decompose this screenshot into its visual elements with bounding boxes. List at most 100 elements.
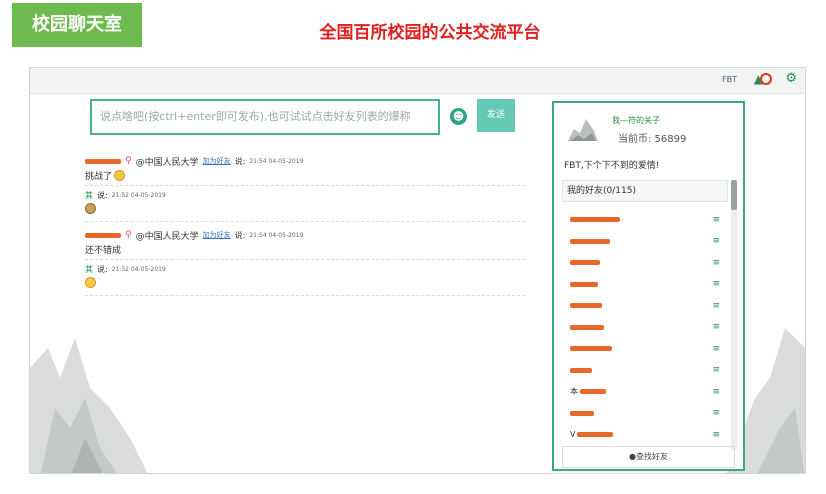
avatar[interactable] xyxy=(564,111,600,145)
friend-name xyxy=(570,346,614,352)
friend-item[interactable]: ≡ xyxy=(562,274,728,296)
profile-message: FBT,下个下不到的爱情! xyxy=(564,161,660,171)
top-bar: FBT ▲ ⚙ xyxy=(30,68,805,94)
feed-post: ⚲ @中国人民大学 加为好友 说: 21:54 04-05-2019 挑战了 其… xyxy=(85,154,525,216)
post-header: ⚲ @中国人民大学 加为好友 说: 21:54 04-05-2019 xyxy=(85,154,525,168)
friends-scrollbar[interactable] xyxy=(731,180,737,450)
friend-list: ≡ ≡ ≡ ≡ ≡ ≡ ≡ ≡ 本 ≡ ≡ V ≡ xyxy=(562,209,728,446)
friend-name xyxy=(570,303,604,309)
message-feed: ⚲ @中国人民大学 加为好友 说: 21:54 04-05-2019 挑战了 其… xyxy=(85,154,525,302)
friend-item[interactable]: ≡ xyxy=(562,295,728,317)
redacted-friend-name xyxy=(580,389,606,395)
friend-item[interactable]: 本 ≡ xyxy=(562,381,728,403)
friend-menu-icon[interactable]: ≡ xyxy=(712,236,720,246)
reply: 其 说: 21:52 04-05-2019 xyxy=(85,185,525,216)
redacted-friend-name xyxy=(570,410,594,416)
post-time: 21:54 04-05-2019 xyxy=(249,231,304,239)
friend-menu-icon[interactable]: ≡ xyxy=(712,258,720,268)
redacted-friend-name xyxy=(570,217,620,223)
post-school: @中国人民大学 xyxy=(135,157,199,168)
profile-name[interactable]: 我—符的关子 xyxy=(612,115,660,126)
friend-name xyxy=(570,260,602,266)
friend-name xyxy=(570,281,600,287)
mountain-painting-left xyxy=(30,338,148,473)
gear-icon[interactable]: ⚙ xyxy=(785,71,797,86)
said-label: 说: xyxy=(234,156,246,166)
redacted-username[interactable] xyxy=(85,158,121,164)
reply-said-label: 说: xyxy=(97,190,108,200)
location-pin-icon: ⚲ xyxy=(125,156,132,166)
friend-menu-icon[interactable]: ≡ xyxy=(712,279,720,289)
friend-name xyxy=(570,238,612,244)
redacted-friend-name xyxy=(570,238,610,244)
find-friend-button[interactable]: ●查找好友 xyxy=(562,446,735,468)
location-pin-icon: ⚲ xyxy=(125,230,132,240)
current-user-label[interactable]: FBT xyxy=(722,75,737,84)
reply-time: 21:52 04-05-2019 xyxy=(111,265,166,273)
send-button[interactable]: 发送 xyxy=(477,99,515,132)
friend-menu-icon[interactable]: ≡ xyxy=(712,344,720,354)
reply-said-label: 说: xyxy=(97,264,108,274)
reply-header: 其 说: 21:52 04-05-2019 xyxy=(85,263,525,275)
friend-item[interactable]: ≡ xyxy=(562,338,728,360)
post-divider xyxy=(85,295,525,296)
redacted-friend-name xyxy=(570,260,600,266)
redacted-friend-name xyxy=(570,324,604,330)
friend-menu-icon[interactable]: ≡ xyxy=(712,408,720,418)
coin-balance: 当前币: 56899 xyxy=(618,134,687,145)
page-headline: 全国百所校园的公共交流平台 xyxy=(319,23,541,43)
notification-badge[interactable] xyxy=(760,73,772,85)
friend-item[interactable]: ≡ xyxy=(562,360,728,382)
reply-header: 其 说: 21:52 04-05-2019 xyxy=(85,189,525,201)
post-divider xyxy=(85,221,525,222)
post-body: 还不错成 xyxy=(85,242,525,257)
friend-name: 本 xyxy=(570,386,606,397)
post-time: 21:54 04-05-2019 xyxy=(249,157,304,165)
friend-menu-icon[interactable]: ≡ xyxy=(712,322,720,332)
emoji-button[interactable]: ☻ xyxy=(450,108,467,125)
reply-body xyxy=(85,201,525,216)
redacted-friend-name xyxy=(577,432,614,438)
friend-item[interactable]: ≡ xyxy=(562,317,728,339)
friend-name: V xyxy=(570,430,614,439)
post-school: @中国人民大学 xyxy=(135,231,199,242)
chat-app-window: FBT ▲ ⚙ 说点啥吧(按ctrl+enter即可发布),也可试试点击好友列表… xyxy=(29,67,806,474)
post-text: 还不错成 xyxy=(85,246,122,256)
friend-name xyxy=(570,410,596,416)
reply-time: 21:52 04-05-2019 xyxy=(111,191,166,199)
emoji-icon xyxy=(85,203,96,214)
friends-list-header[interactable]: 我的好友(0/115) xyxy=(562,180,728,202)
friend-menu-icon[interactable]: ≡ xyxy=(712,365,720,375)
reply-username[interactable]: 其 xyxy=(85,264,93,275)
redacted-username[interactable] xyxy=(85,232,121,238)
friend-menu-icon[interactable]: ≡ xyxy=(712,387,720,397)
scrollbar-thumb[interactable] xyxy=(731,180,737,210)
friend-item[interactable]: ≡ xyxy=(562,252,728,274)
friend-item[interactable]: ≡ xyxy=(562,209,728,231)
friend-item[interactable]: ≡ xyxy=(562,231,728,253)
site-tag-title: 校园聊天室 xyxy=(12,3,142,47)
reply: 其 说: 21:52 04-05-2019 xyxy=(85,259,525,290)
profile-card: 我—符的关子 当前币: 56899 xyxy=(554,103,743,155)
smiley-emoji-icon xyxy=(85,277,96,288)
add-friend-link[interactable]: 加为好友 xyxy=(203,230,231,240)
feed-post: ⚲ @中国人民大学 加为好友 说: 21:54 04-05-2019 还不错成 … xyxy=(85,228,525,290)
reply-username[interactable]: 其 xyxy=(85,190,93,201)
friend-name xyxy=(570,367,594,373)
redacted-friend-name xyxy=(570,346,612,352)
post-body: 挑战了 xyxy=(85,168,525,183)
add-friend-link[interactable]: 加为好友 xyxy=(203,156,231,166)
friend-menu-icon[interactable]: ≡ xyxy=(712,301,720,311)
page: 校园聊天室 全国百所校园的公共交流平台 FBT ▲ ⚙ 说点啥吧(按ctrl+e… xyxy=(0,0,826,494)
message-input[interactable]: 说点啥吧(按ctrl+enter即可发布),也可试试点击好友列表的爆称 xyxy=(90,99,440,135)
friend-name xyxy=(570,217,622,223)
redacted-friend-name xyxy=(570,281,598,287)
friend-item[interactable]: ≡ xyxy=(562,403,728,425)
friend-item[interactable]: V ≡ xyxy=(562,424,728,446)
friend-menu-icon[interactable]: ≡ xyxy=(712,430,720,440)
friend-name-text: 本 xyxy=(570,387,578,397)
friend-menu-icon[interactable]: ≡ xyxy=(712,215,720,225)
redacted-friend-name xyxy=(570,367,592,373)
post-text: 挑战了 xyxy=(85,172,113,182)
reply-body xyxy=(85,275,525,290)
